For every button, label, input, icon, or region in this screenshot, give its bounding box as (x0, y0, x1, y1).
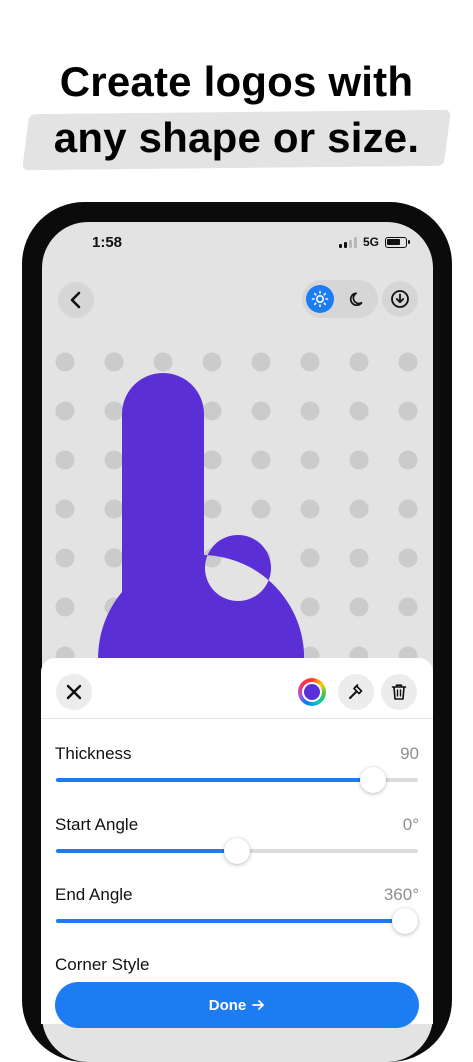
grid-dot (300, 352, 320, 372)
theme-toggle (302, 280, 378, 318)
grid-dot (300, 548, 320, 568)
thickness-value: 90 (400, 744, 419, 763)
grid-dot (202, 499, 222, 519)
grid-dot (300, 450, 320, 470)
grid-dot (202, 450, 222, 470)
grid-dot (300, 597, 320, 617)
promo-headline: Create logos with any shape or size. (0, 54, 473, 166)
grid-dot (349, 499, 369, 519)
logo-letter-b[interactable] (98, 373, 305, 662)
grid-dot (104, 401, 124, 421)
start-angle-label: Start Angle (55, 815, 139, 834)
battery-icon (385, 236, 410, 248)
grid-dot (300, 401, 320, 421)
grid-dot (398, 352, 418, 372)
grid-dot (202, 401, 222, 421)
grid-dot (55, 401, 75, 421)
grid-dot (398, 499, 418, 519)
start-angle-slider[interactable] (56, 838, 418, 864)
arrow-right-icon (252, 1000, 265, 1010)
hammer-icon (349, 684, 363, 699)
grid-dot (202, 352, 222, 372)
end-angle-slider[interactable] (56, 908, 418, 934)
grid-dot (251, 499, 271, 519)
start-angle-value: 0° (402, 815, 419, 834)
grid-dot (153, 352, 173, 372)
grid-dot (55, 352, 75, 372)
grid-dot (398, 450, 418, 470)
grid-dot (251, 401, 271, 421)
grid-dot (104, 352, 124, 372)
thickness-label: Thickness (55, 744, 132, 763)
color-wheel-icon[interactable] (298, 678, 326, 706)
grid-dot (104, 548, 124, 568)
hammer-button[interactable] (338, 674, 374, 710)
corner-style-label: Corner Style (55, 955, 150, 974)
thickness-slider-thumb[interactable] (359, 767, 386, 793)
trash-icon (391, 684, 407, 700)
close-icon (66, 684, 82, 700)
grid-dot (55, 597, 75, 617)
close-button[interactable] (56, 674, 92, 710)
done-button[interactable]: Done (55, 982, 419, 1028)
sheet-divider (41, 718, 433, 719)
thickness-slider[interactable] (56, 767, 418, 793)
start-angle-slider-thumb[interactable] (224, 838, 250, 864)
grid-dot (349, 401, 369, 421)
grid-dot (104, 450, 124, 470)
grid-dot (55, 499, 75, 519)
dark-mode-button[interactable] (344, 285, 372, 313)
back-button[interactable] (58, 282, 94, 318)
chevron-left-icon (70, 291, 81, 309)
grid-dot (300, 499, 320, 519)
network-label: 5G (362, 235, 379, 249)
logo-canvas[interactable] (42, 332, 433, 662)
grid-dot (251, 352, 271, 372)
grid-dot (349, 548, 369, 568)
download-icon (391, 290, 409, 308)
grid-dot (251, 450, 271, 470)
grid-dot (55, 450, 75, 470)
status-indicators: 5G (338, 235, 410, 249)
delete-button[interactable] (381, 674, 417, 710)
grid-dot (349, 352, 369, 372)
status-time: 1:58 (92, 234, 123, 251)
grid-dot (398, 401, 418, 421)
grid-dot (349, 597, 369, 617)
download-button[interactable] (382, 281, 418, 317)
headline-line-1: Create logos with (59, 58, 414, 105)
signal-icon (338, 236, 357, 248)
grid-dot (55, 548, 75, 568)
light-mode-button[interactable] (306, 285, 334, 313)
shape-editor-sheet: Thickness 90 Start Angle 0° End Angle 36… (41, 658, 433, 1028)
end-angle-value: 360° (383, 885, 419, 904)
end-angle-slider-thumb[interactable] (392, 908, 418, 934)
end-angle-label: End Angle (55, 885, 133, 904)
headline-line-2: any shape or size. (53, 114, 420, 161)
grid-dot (104, 499, 124, 519)
sun-icon (311, 290, 329, 308)
grid-dot (349, 450, 369, 470)
done-label: Done (208, 996, 247, 1014)
grid-dot (398, 597, 418, 617)
moon-icon (349, 292, 363, 307)
grid-dot (398, 548, 418, 568)
